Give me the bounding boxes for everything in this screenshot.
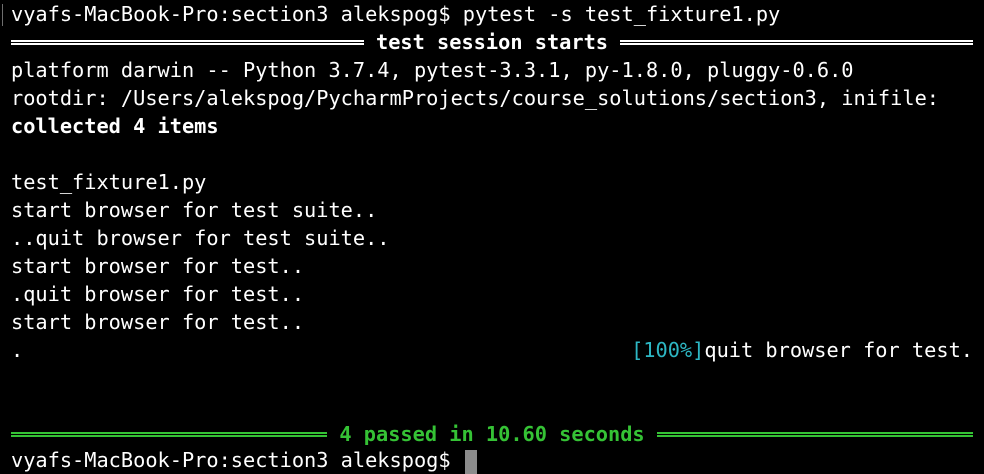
summary-label: 4 passed in 10.60 seconds xyxy=(339,422,645,446)
progress-percent: [100%] xyxy=(631,338,705,362)
text-cursor xyxy=(464,449,477,474)
rule-right xyxy=(620,39,973,45)
rule-right xyxy=(656,431,974,437)
rootdir-line: rootdir: /Users/alekspog/PycharmProjects… xyxy=(11,86,939,110)
output-line: start browser for test.. xyxy=(11,254,305,278)
rule-left xyxy=(11,39,364,45)
output-line: start browser for test.. xyxy=(11,310,305,334)
terminal-window[interactable]: vyafs-MacBook-Pro:section3 alekspog$ pyt… xyxy=(0,0,984,474)
output-line: ..quit browser for test suite.. xyxy=(11,226,390,250)
progress-line: [100%]quit browser for test. xyxy=(631,336,973,364)
summary-line: 4 passed in 10.60 seconds xyxy=(11,420,974,448)
collected-line: collected 4 items xyxy=(11,114,219,138)
output-line: test_fixture1.py xyxy=(11,170,207,194)
command-line: vyafs-MacBook-Pro:section3 alekspog$ pyt… xyxy=(11,2,781,26)
progress-dot: . xyxy=(11,338,24,362)
final-prompt: vyafs-MacBook-Pro:section3 alekspog$ xyxy=(11,448,463,472)
platform-line: platform darwin -- Python 3.7.4, pytest-… xyxy=(11,58,854,82)
rule-left xyxy=(11,431,328,437)
window-edge xyxy=(2,4,3,26)
session-header: test session starts xyxy=(11,28,973,56)
output-line: start browser for test suite.. xyxy=(11,198,378,222)
session-header-label: test session starts xyxy=(376,30,608,54)
progress-text: quit browser for test. xyxy=(704,338,973,362)
final-prompt-line[interactable]: vyafs-MacBook-Pro:section3 alekspog$ xyxy=(11,446,477,474)
output-line: .quit browser for test.. xyxy=(11,282,305,306)
